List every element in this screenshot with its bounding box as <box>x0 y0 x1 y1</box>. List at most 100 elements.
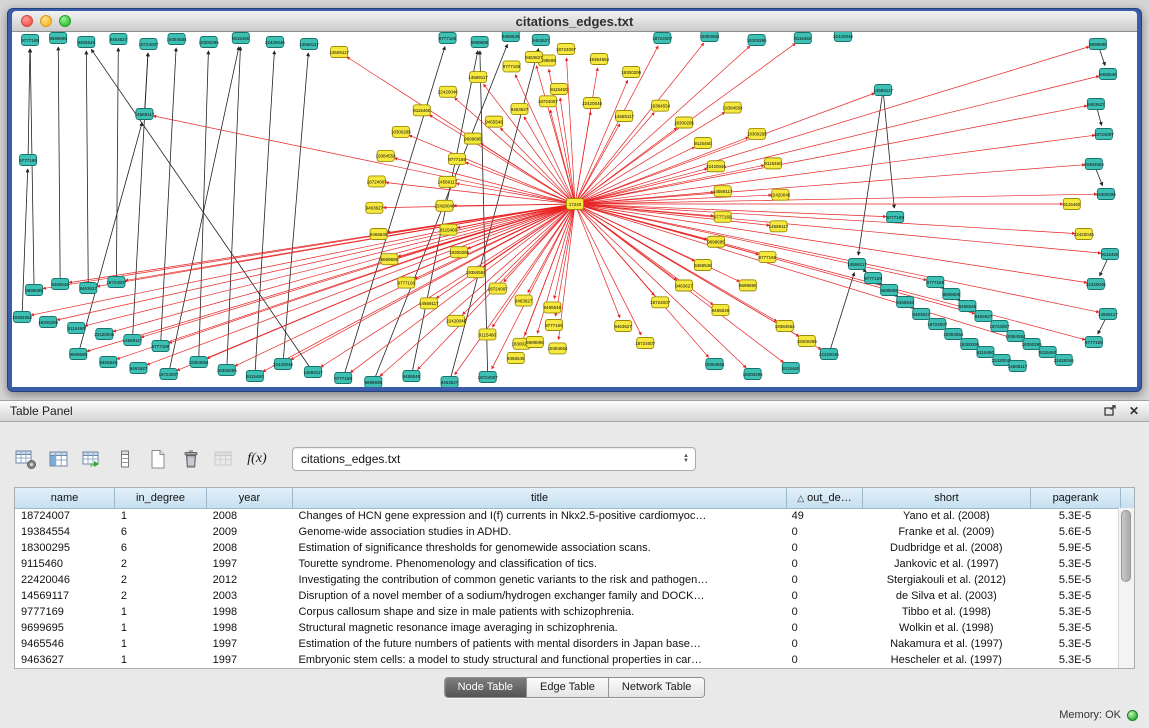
table-cell[interactable]: 18724007 <box>15 508 115 524</box>
table-cell[interactable]: 9699695 <box>15 620 115 636</box>
column-header-title[interactable]: title <box>293 488 787 508</box>
table-row[interactable]: 946554611997Estimation of the future num… <box>15 636 1119 652</box>
table-cell[interactable]: 1 <box>115 620 207 636</box>
table-cell[interactable]: 1997 <box>207 652 293 668</box>
table-cell[interactable]: Genome-wide association studies in ADHD. <box>293 524 786 540</box>
table-cell[interactable]: 9777169 <box>15 604 115 620</box>
table-cell[interactable]: 2003 <box>207 588 293 604</box>
table-cell[interactable]: 5.3E-5 <box>1029 620 1119 636</box>
table-cell[interactable]: 5.3E-5 <box>1029 652 1119 668</box>
table-cell[interactable]: Embryonic stem cells: a model to study s… <box>293 652 786 668</box>
column-header-year[interactable]: year <box>207 488 293 508</box>
table-cell[interactable]: 5.3E-5 <box>1029 636 1119 652</box>
table-cell[interactable]: 1 <box>115 604 207 620</box>
table-row[interactable]: 1830029562008Estimation of significance … <box>15 540 1119 556</box>
table-row[interactable]: 1938455462009Genome-wide association stu… <box>15 524 1119 540</box>
table-cell[interactable]: Stergiakouli et al. (2012) <box>861 572 1029 588</box>
table-cell[interactable]: Wolkin et al. (1998) <box>861 620 1029 636</box>
table-cell[interactable]: Yano et al. (2008) <box>861 508 1029 524</box>
column-header-name[interactable]: name <box>15 488 115 508</box>
single-column-icon[interactable] <box>111 446 139 472</box>
table-cell[interactable]: 0 <box>786 572 862 588</box>
column-header-in_degree[interactable]: in_degree <box>115 488 207 508</box>
table-cell[interactable]: 2 <box>115 588 207 604</box>
window-titlebar[interactable]: citations_edges.txt <box>12 11 1137 32</box>
table-cell[interactable]: 0 <box>786 556 862 572</box>
table-cell[interactable]: 9115460 <box>15 556 115 572</box>
table-cell[interactable]: 1998 <box>207 604 293 620</box>
new-table-icon[interactable] <box>144 446 172 472</box>
table-options-icon[interactable] <box>12 446 40 472</box>
table-cell[interactable]: 2 <box>115 572 207 588</box>
table-cell[interactable]: Franke et al. (2009) <box>861 524 1029 540</box>
table-cell[interactable]: 5.5E-5 <box>1029 572 1119 588</box>
table-cell[interactable]: 5.9E-5 <box>1029 540 1119 556</box>
table-cell[interactable]: 49 <box>786 508 862 524</box>
table-cell[interactable]: 1997 <box>207 556 293 572</box>
column-header-pagerank[interactable]: pagerank <box>1031 488 1121 508</box>
table-row[interactable]: 1872400712008Changes of HCN gene express… <box>15 508 1119 524</box>
table-cell[interactable]: Structural magnetic resonance image aver… <box>293 620 786 636</box>
table-row[interactable]: 1456911722003Disruption of a novel membe… <box>15 588 1119 604</box>
table-row[interactable]: 977716911998Corpus callosum shape and si… <box>15 604 1119 620</box>
table-cell[interactable]: 1997 <box>207 636 293 652</box>
scrollbar-thumb[interactable] <box>1121 510 1131 582</box>
table-cell[interactable]: 6 <box>115 540 207 556</box>
table-cell[interactable]: 6 <box>115 524 207 540</box>
tab-node-table[interactable]: Node Table <box>445 678 527 697</box>
table-cell[interactable]: 5.3E-5 <box>1029 508 1119 524</box>
table-cell[interactable]: Investigating the contribution of common… <box>293 572 786 588</box>
table-row[interactable]: 2242004622012Investigating the contribut… <box>15 572 1119 588</box>
table-cell[interactable]: Jankovic et al. (1997) <box>861 556 1029 572</box>
table-cell[interactable]: 0 <box>786 524 862 540</box>
table-cell[interactable]: 5.3E-5 <box>1029 588 1119 604</box>
table-cell[interactable]: Estimation of the future numbers of pati… <box>293 636 786 652</box>
table-row[interactable]: 969969511998Structural magnetic resonanc… <box>15 620 1119 636</box>
table-cell[interactable]: 0 <box>786 652 862 668</box>
table-cell[interactable]: 14569117 <box>15 588 115 604</box>
table-cell[interactable]: Corpus callosum shape and size in male p… <box>293 604 786 620</box>
table-cell[interactable]: 2008 <box>207 508 293 524</box>
table-cell[interactable]: 18300295 <box>15 540 115 556</box>
table-cell[interactable]: 0 <box>786 588 862 604</box>
table-cell[interactable]: 1998 <box>207 620 293 636</box>
table-cell[interactable]: Tourette syndrome. Phenomenology and cla… <box>293 556 786 572</box>
table-cell[interactable]: Hescheler et al. (1997) <box>861 652 1029 668</box>
table-cell[interactable]: 0 <box>786 636 862 652</box>
tab-edge-table[interactable]: Edge Table <box>527 678 609 697</box>
close-panel-icon[interactable]: ✕ <box>1129 405 1139 417</box>
float-panel-icon[interactable] <box>1104 405 1117 418</box>
select-columns-icon[interactable] <box>45 446 73 472</box>
table-cell[interactable]: 1 <box>115 508 207 524</box>
table-cell[interactable]: 9463627 <box>15 652 115 668</box>
table-cell[interactable]: Tibbo et al. (1998) <box>861 604 1029 620</box>
function-builder-icon[interactable]: f(x) <box>243 446 271 472</box>
table-cell[interactable]: 2 <box>115 556 207 572</box>
table-cell[interactable]: 2009 <box>207 524 293 540</box>
delete-table-icon[interactable] <box>177 446 205 472</box>
table-cell[interactable]: Changes of HCN gene expression and I(f) … <box>293 508 786 524</box>
table-cell[interactable]: Estimation of significance thresholds fo… <box>293 540 786 556</box>
network-canvas[interactable]: 1724019384554183002959115460224200461456… <box>12 32 1137 387</box>
table-cell[interactable]: 0 <box>786 620 862 636</box>
table-cell[interactable]: 2008 <box>207 540 293 556</box>
table-cell[interactable]: 1 <box>115 652 207 668</box>
tab-network-table[interactable]: Network Table <box>609 678 705 697</box>
table-cell[interactable]: 0 <box>786 540 862 556</box>
table-cell[interactable]: 19384554 <box>15 524 115 540</box>
table-cell[interactable]: Disruption of a novel member of a sodium… <box>293 588 786 604</box>
add-rows-icon[interactable] <box>78 446 106 472</box>
table-cell[interactable]: 5.3E-5 <box>1029 604 1119 620</box>
table-vertical-scrollbar[interactable] <box>1118 508 1134 668</box>
column-header-short[interactable]: short <box>863 488 1031 508</box>
table-cell[interactable]: 22420046 <box>15 572 115 588</box>
table-cell[interactable]: 5.6E-5 <box>1029 524 1119 540</box>
table-row[interactable]: 946362711997Embryonic stem cells: a mode… <box>15 652 1119 668</box>
import-table-icon[interactable] <box>210 446 238 472</box>
table-cell[interactable]: Dudbridge et al. (2008) <box>861 540 1029 556</box>
memory-status-indicator[interactable] <box>1127 710 1138 721</box>
column-header-out_de[interactable]: △out_de… <box>787 488 863 508</box>
table-cell[interactable]: Nakamura et al. (1997) <box>861 636 1029 652</box>
table-selector-combobox[interactable]: citations_edges.txt ▲▼ <box>292 447 696 471</box>
table-row[interactable]: 911546021997Tourette syndrome. Phenomeno… <box>15 556 1119 572</box>
